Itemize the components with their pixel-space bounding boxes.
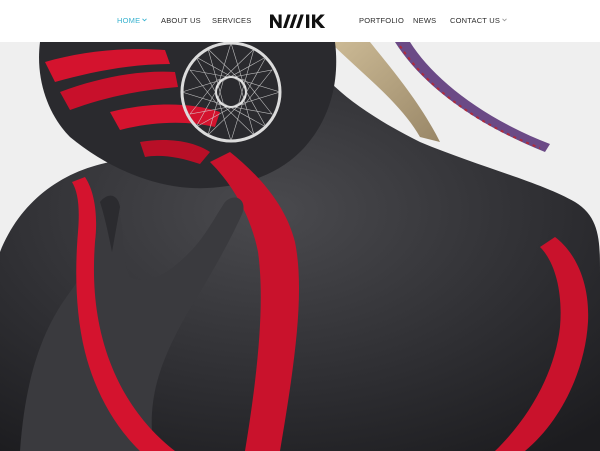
hero-image xyxy=(0,42,600,451)
nav-home-label: HOME xyxy=(117,16,141,25)
chevron-down-icon xyxy=(502,15,507,26)
nav-home[interactable]: HOME xyxy=(117,15,148,26)
nav-about-us[interactable]: ABOUT US xyxy=(161,15,201,26)
chevron-down-icon xyxy=(142,15,148,26)
nav-services[interactable]: SERVICES xyxy=(212,15,251,26)
site-logo[interactable] xyxy=(269,13,331,29)
nav-contact-us[interactable]: CONTACT US xyxy=(450,15,507,26)
nav-portfolio[interactable]: PORTFOLIO xyxy=(359,15,404,26)
nav-contact-us-label: CONTACT US xyxy=(450,16,501,25)
site-header: HOME ABOUT US SERVICES PORTFOLIO NEWS CO… xyxy=(0,0,600,42)
nav-news[interactable]: NEWS xyxy=(413,15,436,26)
hero-illustration xyxy=(0,42,600,451)
logo-mark xyxy=(270,14,326,28)
